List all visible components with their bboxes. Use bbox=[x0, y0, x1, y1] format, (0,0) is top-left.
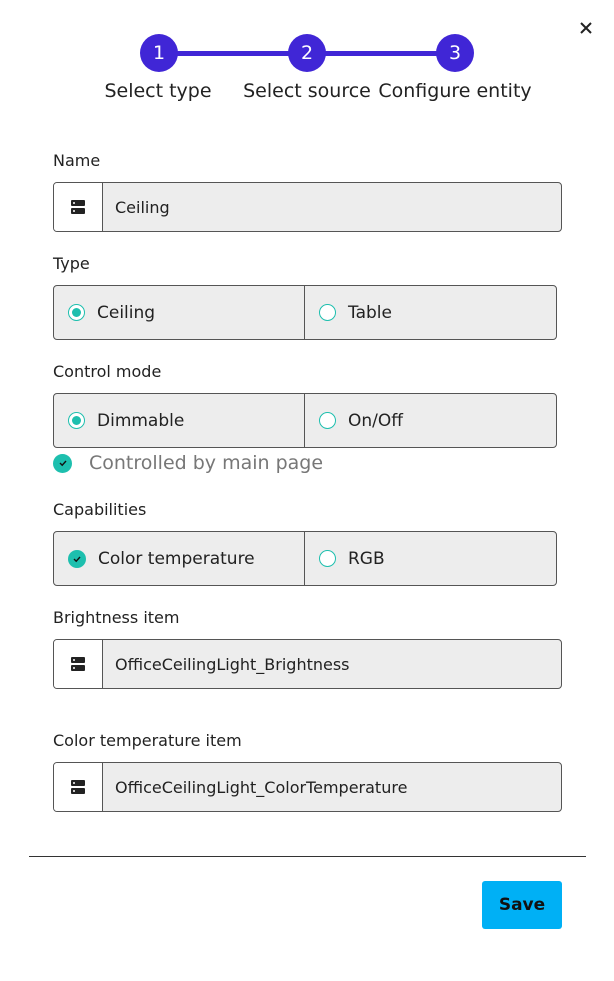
step-2-label: Select source bbox=[243, 80, 371, 102]
radio-empty-icon bbox=[319, 412, 336, 429]
stepper: 1 2 3 Select type Select source Configur… bbox=[0, 34, 614, 114]
footer-divider bbox=[29, 856, 586, 857]
capability-option-color-temperature[interactable]: Color temperature bbox=[54, 532, 305, 585]
control-mode-option-onoff[interactable]: On/Off bbox=[305, 394, 556, 447]
radio-selected-icon bbox=[68, 304, 85, 321]
capability-option-label: Color temperature bbox=[98, 548, 255, 569]
radio-empty-icon bbox=[319, 304, 336, 321]
name-input[interactable]: Ceiling bbox=[103, 183, 170, 231]
type-option-table[interactable]: Table bbox=[305, 286, 556, 339]
save-button[interactable]: Save bbox=[482, 881, 562, 929]
brightness-item-field[interactable]: OfficeCeilingLight_Brightness bbox=[53, 639, 562, 689]
type-segmented-control[interactable]: Ceiling Table bbox=[53, 285, 557, 340]
step-1-label: Select type bbox=[104, 80, 212, 102]
type-label: Type bbox=[53, 254, 90, 273]
step-connector bbox=[325, 51, 437, 56]
capability-option-rgb[interactable]: RGB bbox=[305, 532, 556, 585]
control-mode-option-label: On/Off bbox=[348, 410, 403, 431]
checkmark-icon bbox=[68, 549, 86, 568]
brightness-item-label: Brightness item bbox=[53, 608, 180, 627]
capability-option-label: RGB bbox=[348, 548, 385, 569]
server-icon bbox=[54, 763, 103, 811]
brightness-item-input[interactable]: OfficeCeilingLight_Brightness bbox=[103, 640, 350, 688]
step-connector bbox=[177, 51, 289, 56]
name-label: Name bbox=[53, 151, 101, 170]
type-option-label: Table bbox=[348, 302, 392, 323]
type-option-ceiling[interactable]: Ceiling bbox=[54, 286, 305, 339]
capabilities-segmented-control[interactable]: Color temperature RGB bbox=[53, 531, 557, 586]
server-icon bbox=[54, 640, 103, 688]
capabilities-label: Capabilities bbox=[53, 500, 147, 519]
server-icon bbox=[54, 183, 103, 231]
step-2-circle: 2 bbox=[288, 34, 326, 72]
controlled-by-main-checkbox[interactable]: Controlled by main page bbox=[53, 452, 323, 474]
control-mode-label: Control mode bbox=[53, 362, 162, 381]
radio-empty-icon bbox=[319, 550, 336, 567]
radio-selected-icon bbox=[68, 412, 85, 429]
color-temperature-item-field[interactable]: OfficeCeilingLight_ColorTemperature bbox=[53, 762, 562, 812]
checkmark-icon bbox=[53, 453, 72, 473]
step-3-circle: 3 bbox=[436, 34, 474, 72]
controlled-by-main-label: Controlled by main page bbox=[89, 452, 324, 474]
control-mode-segmented-control[interactable]: Dimmable On/Off bbox=[53, 393, 557, 448]
type-option-label: Ceiling bbox=[97, 302, 156, 323]
color-temperature-item-label: Color temperature item bbox=[53, 731, 242, 750]
color-temperature-item-input[interactable]: OfficeCeilingLight_ColorTemperature bbox=[103, 763, 407, 811]
control-mode-option-label: Dimmable bbox=[97, 410, 185, 431]
control-mode-option-dimmable[interactable]: Dimmable bbox=[54, 394, 305, 447]
name-field[interactable]: Ceiling bbox=[53, 182, 562, 232]
step-3-label: Configure entity bbox=[378, 80, 532, 102]
step-1-circle: 1 bbox=[140, 34, 178, 72]
